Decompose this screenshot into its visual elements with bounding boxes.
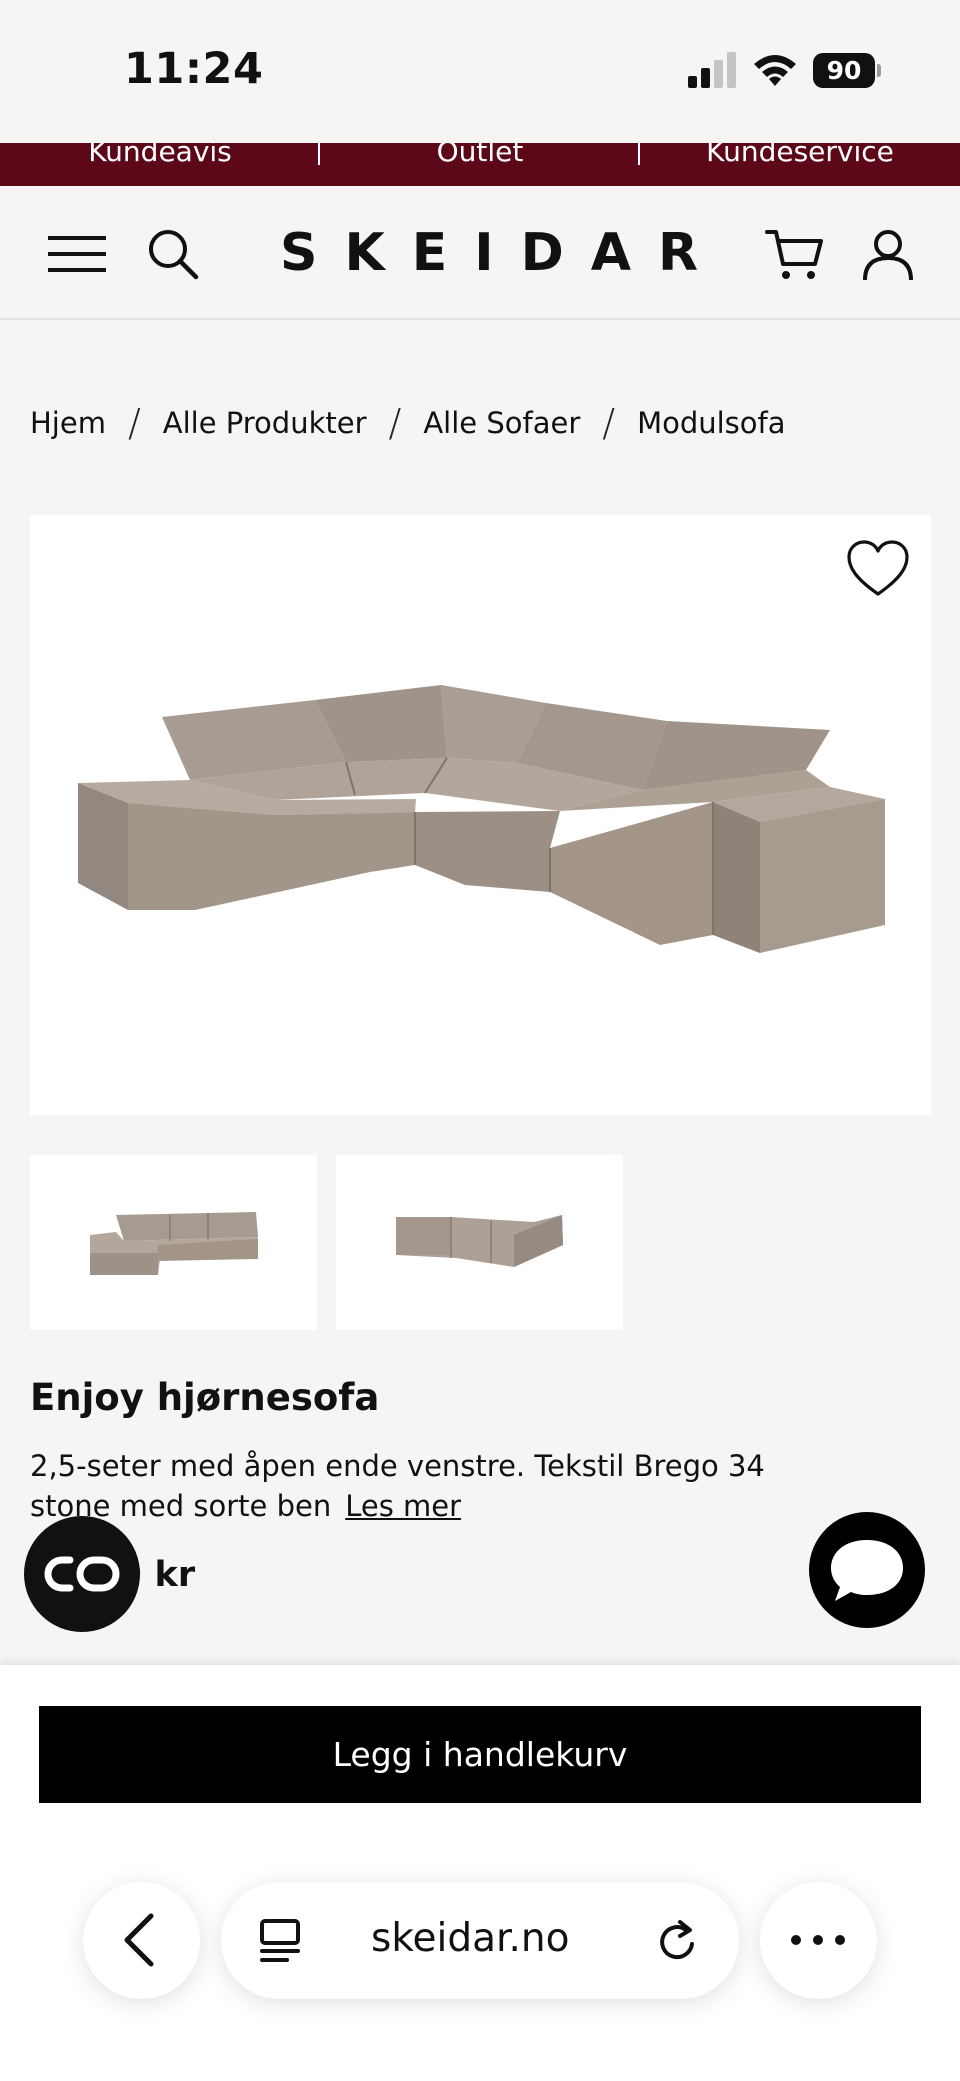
promo-bar: Kundeavis Outlet Kundeservice — [0, 143, 960, 186]
tabs-icon — [260, 1919, 300, 1962]
battery-icon: 90 — [813, 53, 881, 88]
breadcrumb-modular-sofa[interactable]: Modulsofa — [637, 406, 785, 440]
product-description: 2,5-seter med åpen ende venstre. Tekstil… — [30, 1446, 790, 1526]
breadcrumb-separator: / — [127, 401, 141, 445]
breadcrumb-all-products[interactable]: Alle Produkter — [163, 406, 367, 440]
product-thumbnail-2[interactable] — [336, 1155, 623, 1330]
cellular-signal-icon — [688, 52, 736, 88]
add-to-cart-button[interactable]: Legg i handlekurv — [39, 1706, 921, 1803]
breadcrumb-home[interactable]: Hjem — [30, 406, 106, 440]
account-icon[interactable] — [862, 228, 914, 282]
cart-icon[interactable] — [765, 228, 823, 282]
breadcrumb-all-sofas[interactable]: Alle Sofaer — [423, 406, 580, 440]
search-icon[interactable] — [147, 228, 199, 280]
chat-icon — [831, 1540, 903, 1601]
read-more-link[interactable]: Les mer — [345, 1489, 461, 1523]
breadcrumb-separator: / — [388, 401, 402, 445]
browser-url: skeidar.no — [371, 1916, 570, 1961]
product-title: Enjoy hjørnesofa — [30, 1376, 380, 1419]
infinity-link-icon — [44, 1556, 120, 1592]
back-icon — [124, 1913, 154, 1967]
promo-link-kundeavis[interactable]: Kundeavis — [0, 143, 320, 168]
sofa-thumbnail-front — [90, 1212, 258, 1275]
more-icon — [791, 1935, 845, 1945]
site-header: SKEIDAR — [0, 186, 960, 320]
status-time: 11:24 — [124, 44, 264, 94]
sofa-illustration — [78, 685, 885, 953]
browser-more-button[interactable] — [760, 1882, 877, 1999]
sofa-thumbnail-back — [396, 1215, 563, 1267]
breadcrumb-separator: / — [602, 401, 616, 445]
product-main-image[interactable] — [30, 515, 931, 1115]
co-button[interactable] — [24, 1516, 140, 1632]
breadcrumb: Hjem / Alle Produkter / Alle Sofaer / Mo… — [30, 400, 786, 446]
site-logo[interactable]: SKEIDAR — [280, 218, 698, 288]
promo-link-kundeservice[interactable]: Kundeservice — [640, 143, 960, 168]
wifi-icon — [754, 55, 796, 86]
browser-address-bar[interactable]: skeidar.no — [221, 1882, 739, 1999]
chat-button[interactable] — [809, 1512, 925, 1628]
promo-link-outlet[interactable]: Outlet — [320, 143, 640, 168]
menu-icon[interactable] — [48, 234, 106, 274]
heart-icon[interactable] — [847, 540, 909, 598]
product-thumbnail-1[interactable] — [30, 1155, 317, 1330]
reload-icon[interactable] — [656, 1918, 700, 1964]
browser-back-button[interactable] — [83, 1882, 200, 1999]
battery-level: 90 — [813, 53, 875, 88]
